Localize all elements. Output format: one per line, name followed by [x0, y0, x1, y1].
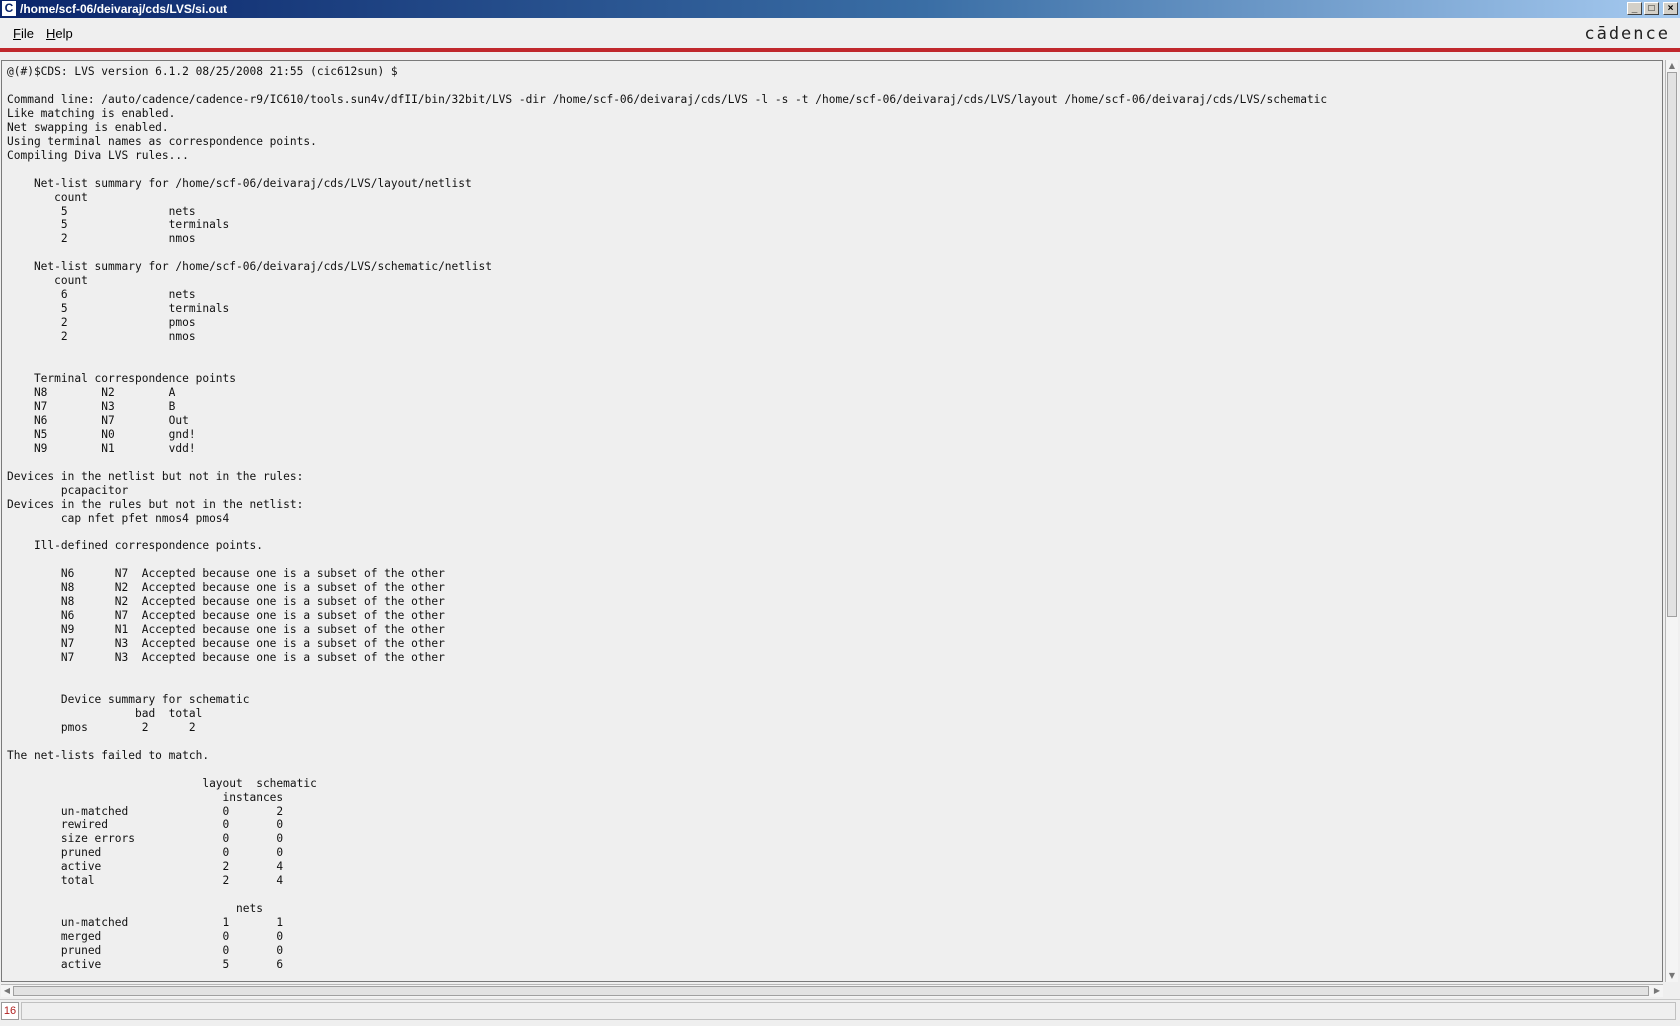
log-line: N9 N1 Accepted because one is a subset o… — [7, 623, 445, 637]
log-line: Device summary for schematic — [7, 692, 250, 706]
log-line: 5 nets — [7, 204, 196, 218]
minimize-button[interactable]: _ — [1627, 2, 1642, 15]
status-message — [21, 1002, 1676, 1020]
log-line: Net-list summary for /home/scf-06/deivar… — [7, 176, 472, 190]
log-line: @(#)$CDS: LVS version 6.1.2 08/25/2008 2… — [7, 65, 398, 78]
scroll-right-arrow-icon[interactable]: ▶ — [1651, 985, 1663, 997]
log-line: N7 N3 B — [7, 399, 176, 413]
log-line: 2 pmos — [7, 316, 196, 330]
log-line: Terminal correspondence points — [7, 371, 237, 385]
scroll-up-arrow-icon[interactable]: ▲ — [1666, 60, 1678, 72]
menu-help-mnemonic: H — [46, 26, 56, 41]
log-line: pruned 0 0 — [7, 846, 284, 860]
vertical-scroll-thumb[interactable] — [1667, 72, 1677, 617]
menu-file[interactable]: File — [13, 26, 34, 41]
menu-help[interactable]: Help — [46, 26, 73, 41]
log-line: size errors 0 0 — [7, 832, 284, 846]
log-line: N7 N3 Accepted because one is a subset o… — [7, 637, 445, 651]
log-line: merged 0 0 — [7, 930, 284, 944]
log-line: N7 N3 Accepted because one is a subset o… — [7, 651, 445, 665]
log-line: nets — [7, 902, 263, 916]
log-line: active 2 4 — [7, 860, 284, 874]
status-count: 16 — [1, 1002, 19, 1020]
horizontal-scrollbar[interactable]: ◀ ▶ — [1, 984, 1663, 997]
log-line: rewired 0 0 — [7, 818, 284, 832]
window-title: /home/scf-06/deivaraj/cds/LVS/si.out — [20, 2, 228, 16]
log-line: N6 N7 Accepted because one is a subset o… — [7, 567, 445, 581]
log-line: N8 N2 A — [7, 385, 176, 399]
log-line: Devices in the netlist but not in the ru… — [7, 469, 304, 483]
log-line: un-matched 1 1 — [7, 916, 284, 930]
log-line: Ill-defined correspondence points. — [7, 539, 263, 553]
log-line: 5 terminals — [7, 302, 230, 316]
log-line: instances — [7, 790, 284, 804]
log-line: Using terminal names as correspondence p… — [7, 134, 317, 148]
horizontal-scroll-thumb[interactable] — [13, 986, 1649, 996]
log-text: @(#)$CDS: LVS version 6.1.2 08/25/2008 2… — [7, 65, 1327, 972]
log-line: layout schematic — [7, 776, 317, 790]
menu-file-mnemonic: F — [13, 26, 21, 41]
close-button[interactable]: × — [1663, 2, 1678, 15]
log-line: pmos 2 2 — [7, 720, 196, 734]
log-line: Devices in the rules but not in the netl… — [7, 497, 304, 511]
cadence-logo: cādence — [1584, 24, 1670, 44]
log-line: bad total — [7, 706, 203, 720]
log-line: The net-lists failed to match. — [7, 748, 210, 762]
log-line: pruned 0 0 — [7, 944, 284, 958]
cadence-app-icon[interactable]: C — [2, 1, 16, 16]
lvs-output-window: C /home/scf-06/deivaraj/cds/LVS/si.out _… — [0, 0, 1680, 1026]
menu-bar: File Help cādence — [0, 18, 1680, 48]
log-line: 6 nets — [7, 288, 196, 302]
maximize-button[interactable]: □ — [1644, 2, 1659, 15]
log-line: 5 terminals — [7, 218, 230, 232]
log-line: Command line: /auto/cadence/cadence-r9/I… — [7, 92, 1328, 106]
log-line: N5 N0 gnd! — [7, 427, 196, 441]
menu-help-label: elp — [55, 26, 73, 41]
log-line: N6 N7 Accepted because one is a subset o… — [7, 609, 445, 623]
header-divider — [0, 48, 1680, 52]
log-line: 2 nmos — [7, 232, 196, 246]
log-line: un-matched 0 2 — [7, 804, 284, 818]
log-line: Net swapping is enabled. — [7, 120, 169, 134]
log-line: count — [7, 274, 88, 288]
log-line: N9 N1 vdd! — [7, 441, 196, 455]
log-line: total 2 4 — [7, 874, 284, 888]
log-line: Like matching is enabled. — [7, 106, 176, 120]
status-bar: 16 — [0, 999, 1680, 1026]
scroll-left-arrow-icon[interactable]: ◀ — [1, 985, 13, 997]
scroll-down-arrow-icon[interactable]: ▼ — [1666, 970, 1678, 982]
vertical-scrollbar[interactable]: ▲ ▼ — [1665, 60, 1678, 982]
menu-file-label: ile — [20, 26, 34, 41]
log-line: count — [7, 190, 88, 204]
log-line: Net-list summary for /home/scf-06/deivar… — [7, 260, 492, 274]
title-bar[interactable]: C /home/scf-06/deivaraj/cds/LVS/si.out _… — [0, 0, 1680, 18]
log-line: N6 N7 Out — [7, 413, 189, 427]
log-line: cap nfet pfet nmos4 pmos4 — [7, 511, 230, 525]
log-line: active 5 6 — [7, 958, 284, 971]
log-line: N8 N2 Accepted because one is a subset o… — [7, 595, 445, 609]
log-line: Compiling Diva LVS rules... — [7, 148, 189, 162]
log-text-area[interactable]: @(#)$CDS: LVS version 6.1.2 08/25/2008 2… — [1, 60, 1663, 982]
log-line: 2 nmos — [7, 330, 196, 344]
log-line: pcapacitor — [7, 483, 129, 497]
log-line: N8 N2 Accepted because one is a subset o… — [7, 581, 445, 595]
